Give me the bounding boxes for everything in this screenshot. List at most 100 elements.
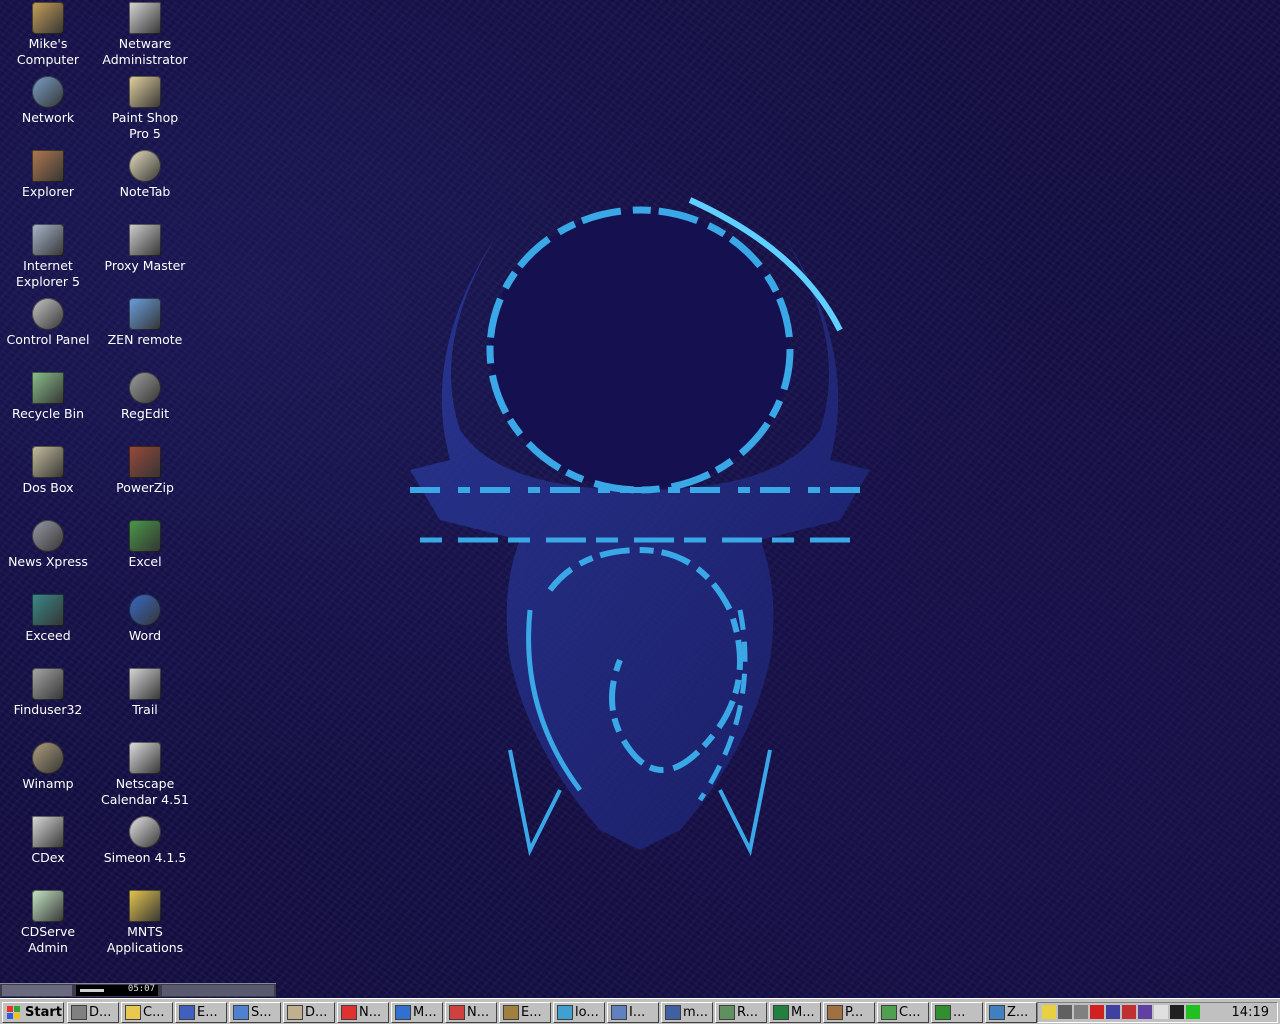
desktop-icon[interactable]: Explorer <box>0 150 96 200</box>
taskbar-button[interactable]: D... <box>283 1002 335 1023</box>
taskbar-button-label: N... <box>359 1005 382 1020</box>
volume-icon[interactable] <box>1042 1005 1056 1019</box>
trail-icon <box>129 668 161 700</box>
desktop-icon[interactable]: Netware Administrator <box>97 2 193 68</box>
n-app-icon <box>341 1005 357 1020</box>
desktop-icon-label: Netscape Calendar 4.51 <box>100 776 189 807</box>
system-tray: 14:19 <box>1037 1002 1278 1023</box>
winamp-controls[interactable] <box>162 985 274 996</box>
desktop-icon[interactable]: Mike's Computer <box>0 2 96 68</box>
dos-box-icon <box>287 1005 303 1020</box>
task-tray-icon[interactable] <box>1138 1005 1152 1019</box>
desktop-icon-label: Recycle Bin <box>11 406 85 421</box>
cdserve-icon <box>32 890 64 922</box>
desktop-icon-label: Paint Shop Pro 5 <box>111 110 179 141</box>
taskbar-button-label: I... <box>629 1005 646 1020</box>
desktop-icon-label: Trail <box>132 702 158 717</box>
desktop-icon-label: Finduser32 <box>13 702 83 717</box>
taskbar-button-label: C... <box>899 1005 921 1020</box>
excel-icon <box>129 520 161 552</box>
winamp-visualizer: 05:07 <box>76 984 158 996</box>
desktop-icon[interactable]: Dos Box <box>0 446 96 496</box>
window-tray-icon[interactable] <box>1154 1005 1168 1019</box>
ie-icon <box>395 1005 411 1020</box>
dos-box-icon <box>32 446 64 478</box>
desktop-icon[interactable]: CDex <box>0 816 96 866</box>
start-button[interactable]: Start <box>2 1002 64 1023</box>
taskbar-button[interactable]: N... <box>337 1002 389 1023</box>
desktop[interactable]: Mike's Computer Netware Administrator Netw… <box>0 0 1280 998</box>
desktop-icon-label: Control Panel <box>6 332 90 347</box>
winamp-icon <box>32 742 64 774</box>
taskbar-button[interactable]: Z... <box>985 1002 1037 1023</box>
desktop-icon[interactable]: Internet Explorer 5 <box>0 224 96 290</box>
winamp-minibar[interactable]: 05:07 <box>0 983 276 997</box>
desktop-icon[interactable]: ZEN remote <box>97 298 193 348</box>
news-xpress-icon <box>32 520 64 552</box>
desktop-icon-label: Internet Explorer 5 <box>16 258 80 289</box>
proxy-master-icon <box>129 224 161 256</box>
desktop-icon[interactable]: Word <box>97 594 193 644</box>
desktop-icon[interactable]: Control Panel <box>0 298 96 348</box>
desktop-icon[interactable]: Recycle Bin <box>0 372 96 422</box>
internet-explorer-icon <box>32 224 64 256</box>
taskbar-button[interactable]: R... <box>715 1002 767 1023</box>
desktop-icon[interactable]: RegEdit <box>97 372 193 422</box>
winamp-time: 05:07 <box>127 984 155 994</box>
desktop-icon[interactable]: Proxy Master <box>97 224 193 274</box>
desktop-icon[interactable]: Simeon 4.1.5 <box>97 816 193 866</box>
shield-tray-icon[interactable] <box>1122 1005 1136 1019</box>
desktop-icon-label: RegEdit <box>121 406 169 421</box>
taskbar-button-label: S... <box>251 1005 272 1020</box>
desktop-icon[interactable]: PowerZip <box>97 446 193 496</box>
winamp-title-display[interactable] <box>2 985 72 996</box>
desktop-icon[interactable]: Network <box>0 76 96 126</box>
desktop-icon[interactable]: CDServe Admin <box>0 890 96 956</box>
explorer-window-icon <box>179 1005 195 1020</box>
taskbar-button[interactable]: lo... <box>553 1002 605 1023</box>
desktop-icon-label: Explorer <box>21 184 75 199</box>
desktop-icon[interactable]: MNTS Applications <box>97 890 193 956</box>
netscape-tray-icon[interactable] <box>1090 1005 1104 1019</box>
power-tray-icon[interactable] <box>1170 1005 1184 1019</box>
control-panel-icon <box>32 298 64 330</box>
taskbar-button[interactable]: E... <box>499 1002 551 1023</box>
desktop-icon-label: Excel <box>128 554 162 569</box>
desktop-icon[interactable]: News Xpress <box>0 520 96 570</box>
desktop-icon[interactable]: NoteTab <box>97 150 193 200</box>
taskbar-button[interactable]: I... <box>607 1002 659 1023</box>
taskbar-button[interactable]: E... <box>175 1002 227 1023</box>
windows-logo-icon <box>7 1006 20 1019</box>
taskbar-button[interactable]: M... <box>391 1002 443 1023</box>
desktop-icon-label: Dos Box <box>22 480 74 495</box>
finduser-icon <box>32 668 64 700</box>
clock[interactable]: 14:19 <box>1232 1003 1269 1022</box>
desktop-icon[interactable]: Exceed <box>0 594 96 644</box>
desktop-icon-label: Winamp <box>22 776 74 791</box>
desktop-icon[interactable]: Netscape Calendar 4.51 <box>97 742 193 808</box>
taskbar-button[interactable]: m... <box>661 1002 713 1023</box>
taskbar-button[interactable]: N... <box>445 1002 497 1023</box>
status-tray-icon[interactable] <box>1186 1005 1200 1019</box>
mail-tray-icon[interactable] <box>1106 1005 1120 1019</box>
desktop-icon[interactable]: Paint Shop Pro 5 <box>97 76 193 142</box>
desktop-icon[interactable]: Winamp <box>0 742 96 792</box>
taskbar-button[interactable]: D... <box>67 1002 119 1023</box>
notetab-icon <box>129 150 161 182</box>
desktop-icon-label: CDServe Admin <box>20 924 76 955</box>
taskbar-button[interactable]: P... <box>823 1002 875 1023</box>
desktop-icon[interactable]: Finduser32 <box>0 668 96 718</box>
x-icon <box>557 1005 573 1020</box>
desktop-icon[interactable]: Excel <box>97 520 193 570</box>
word-icon <box>129 594 161 626</box>
taskbar-button[interactable]: C... <box>121 1002 173 1023</box>
desktop-icon[interactable]: Trail <box>97 668 193 718</box>
network-tray-icon[interactable] <box>1058 1005 1072 1019</box>
taskbar-button[interactable]: ... <box>931 1002 983 1023</box>
taskbar-button[interactable]: C... <box>877 1002 929 1023</box>
taskbar-button-label: D... <box>89 1005 112 1020</box>
taskbar-button[interactable]: S... <box>229 1002 281 1023</box>
monitor-tray-icon[interactable] <box>1074 1005 1088 1019</box>
powerzip-icon <box>129 446 161 478</box>
taskbar-button[interactable]: M... <box>769 1002 821 1023</box>
